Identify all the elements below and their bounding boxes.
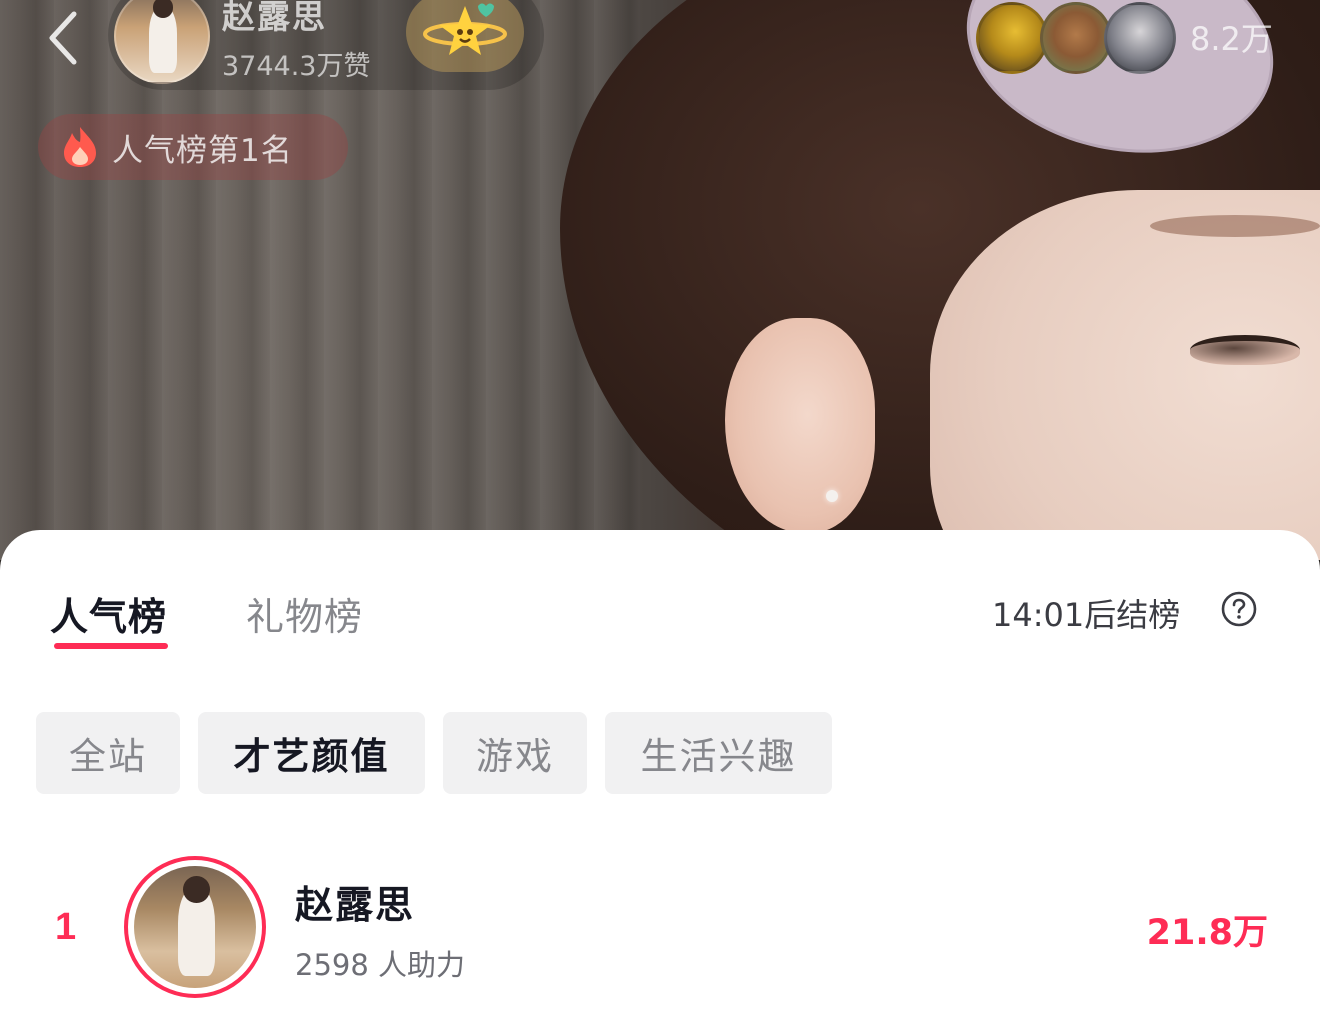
viewer-avatar[interactable]	[1040, 2, 1112, 74]
viewer-avatar[interactable]	[976, 2, 1048, 74]
top-viewers[interactable]	[976, 2, 1186, 74]
star-planet-icon	[423, 3, 507, 55]
host-name: 赵露思	[222, 0, 327, 36]
viewer-avatar[interactable]	[1104, 2, 1176, 74]
ranking-row[interactable]: 1 赵露思 2598 人助力 21.8万	[0, 852, 1320, 1002]
category-chip-all[interactable]: 全站	[36, 712, 180, 794]
host-likes: 3744.3万赞	[222, 51, 371, 82]
avatar-photo	[134, 866, 256, 988]
rank-number: 1	[55, 906, 77, 948]
avatar-head	[152, 0, 174, 18]
active-tab-indicator	[54, 643, 168, 649]
assist-count: 2598 人助力	[295, 948, 466, 982]
avatar-head	[182, 875, 210, 903]
streamer-earring	[826, 490, 838, 502]
back-button[interactable]	[38, 8, 88, 68]
tab-gifts[interactable]: 礼物榜	[246, 586, 363, 641]
popularity-rank-badge[interactable]: 人气榜第1名	[38, 114, 348, 180]
category-chip-lifestyle[interactable]: 生活兴趣	[605, 712, 832, 794]
streamer-eye	[1190, 335, 1300, 365]
streamer-face	[930, 190, 1320, 560]
question-circle-icon	[1221, 591, 1257, 627]
fire-icon	[64, 127, 96, 167]
category-chip-games[interactable]: 游戏	[443, 712, 587, 794]
help-button[interactable]	[1221, 591, 1257, 627]
ranking-countdown: 14:01后结榜	[992, 596, 1181, 634]
ranking-sheet: 人气榜 礼物榜 14:01后结榜 全站 才艺颜值 游戏 生活兴趣 1 赵露思 2…	[0, 530, 1320, 1032]
fan-club-button[interactable]	[406, 0, 524, 72]
streamer-eyebrow	[1150, 215, 1320, 237]
viewer-count[interactable]: 8.2万	[1190, 14, 1273, 60]
back-arrow-icon	[49, 11, 77, 65]
rank-badge-label: 人气榜第1名	[112, 132, 293, 169]
popularity-score: 21.8万	[1146, 913, 1268, 953]
ranked-user-name: 赵露思	[295, 883, 416, 927]
tab-popularity[interactable]: 人气榜	[50, 586, 167, 641]
category-chip-talent[interactable]: 才艺颜值	[198, 712, 425, 794]
ranked-user-avatar[interactable]	[124, 856, 266, 998]
